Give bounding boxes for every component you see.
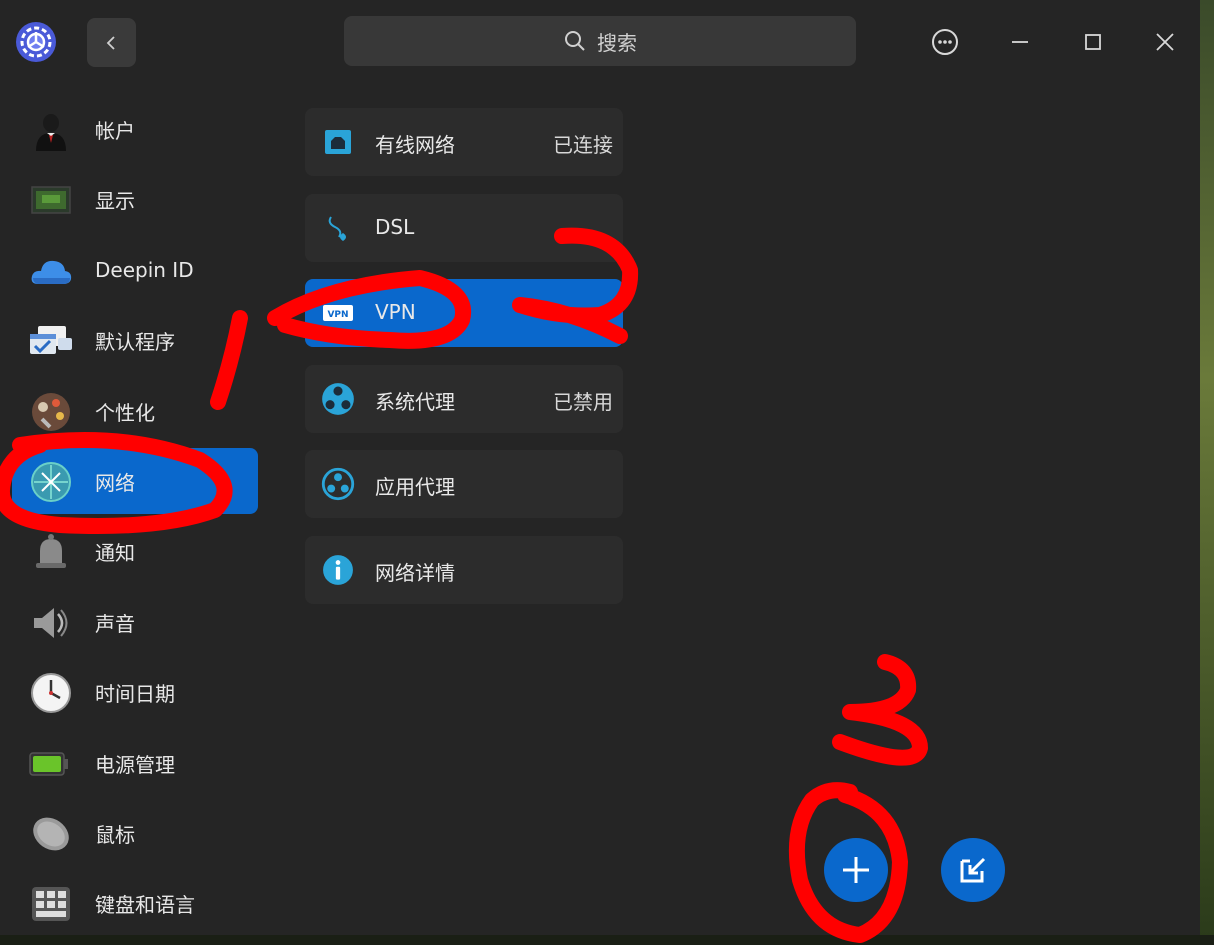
import-vpn-button[interactable] xyxy=(941,838,1005,902)
cloud-icon xyxy=(31,260,72,284)
sidebar-item-label: 默认程序 xyxy=(95,329,175,354)
more-options-icon xyxy=(932,29,958,55)
network-item-status: 已禁用 xyxy=(553,390,613,414)
sidebar-item-label: 通知 xyxy=(95,540,135,565)
close-icon xyxy=(1156,33,1174,51)
clock-icon xyxy=(31,673,71,713)
bell-icon xyxy=(36,534,66,568)
vpn-icon: VPN xyxy=(323,305,353,321)
battery-icon xyxy=(29,752,68,776)
personalization-icon xyxy=(32,393,70,431)
sidebar-item-default-apps[interactable]: 默认程序 xyxy=(12,307,258,373)
system-proxy-icon xyxy=(322,383,354,415)
speaker-icon xyxy=(34,608,68,638)
sidebar-item-label: 电源管理 xyxy=(95,752,175,777)
keyboard-icon xyxy=(32,887,70,921)
network-item-system-proxy[interactable]: 系统代理 已禁用 xyxy=(305,365,623,433)
minimize-icon xyxy=(1012,41,1028,43)
control-center-window: 搜索 帐户 显示 Deepin ID 默认程序 个性化 网络 通知 声音 时间日… xyxy=(0,0,1200,935)
network-item-status: 已连接 xyxy=(553,133,613,157)
maximize-button[interactable] xyxy=(1071,20,1115,64)
svg-text:VPN: VPN xyxy=(327,310,348,320)
network-item-label: 应用代理 xyxy=(375,475,455,499)
sidebar-item-label: Deepin ID xyxy=(95,258,194,282)
network-item-details[interactable]: 网络详情 xyxy=(305,536,623,604)
account-icon xyxy=(36,114,66,151)
sidebar: 帐户 显示 Deepin ID 默认程序 个性化 网络 通知 声音 时间日期 电… xyxy=(0,90,270,935)
network-item-label: VPN xyxy=(375,300,416,324)
search-placeholder: 搜索 xyxy=(597,30,637,55)
main-menu-button[interactable] xyxy=(923,20,967,64)
titlebar: 搜索 xyxy=(0,0,1200,84)
sidebar-item-label: 显示 xyxy=(95,188,135,213)
sidebar-item-label: 网络 xyxy=(95,470,135,495)
sidebar-item-label: 帐户 xyxy=(95,118,135,143)
search-icon xyxy=(565,31,585,51)
sidebar-item-power[interactable]: 电源管理 xyxy=(12,730,258,796)
sidebar-item-deepin-id[interactable]: Deepin ID xyxy=(12,237,258,303)
sidebar-item-label: 键盘和语言 xyxy=(95,892,195,917)
desktop-background xyxy=(1200,0,1214,945)
maximize-icon xyxy=(1085,34,1101,50)
sidebar-item-datetime[interactable]: 时间日期 xyxy=(12,659,258,725)
network-item-label: 系统代理 xyxy=(375,390,455,414)
close-button[interactable] xyxy=(1143,20,1187,64)
add-vpn-button[interactable] xyxy=(824,838,888,902)
sidebar-item-display[interactable]: 显示 xyxy=(12,166,258,232)
display-icon xyxy=(31,186,71,214)
desktop-background-bottom xyxy=(0,935,1214,945)
minimize-button[interactable] xyxy=(998,20,1042,64)
wired-network-icon xyxy=(325,130,351,154)
control-center-logo-icon xyxy=(14,20,58,64)
network-item-label: DSL xyxy=(375,215,415,239)
chevron-left-icon xyxy=(106,35,115,50)
network-item-wired[interactable]: 有线网络 已连接 xyxy=(305,108,623,176)
network-item-dsl[interactable]: DSL xyxy=(305,194,623,262)
import-icon xyxy=(960,857,986,883)
mouse-icon xyxy=(33,817,69,851)
sidebar-item-mouse[interactable]: 鼠标 xyxy=(12,800,258,866)
sidebar-item-label: 鼠标 xyxy=(95,822,135,847)
network-item-vpn[interactable]: VPN VPN xyxy=(305,279,623,347)
sidebar-item-label: 声音 xyxy=(95,611,135,636)
default-apps-icon xyxy=(30,326,72,354)
app-proxy-icon xyxy=(321,467,355,501)
back-button[interactable] xyxy=(87,18,136,67)
sidebar-item-network[interactable]: 网络 xyxy=(12,448,258,514)
sidebar-item-label: 个性化 xyxy=(95,400,155,425)
plus-icon xyxy=(843,857,869,883)
info-icon xyxy=(323,555,353,585)
network-item-label: 有线网络 xyxy=(375,133,455,157)
search-input[interactable]: 搜索 xyxy=(344,16,856,66)
sidebar-item-label: 时间日期 xyxy=(95,681,175,706)
dsl-icon xyxy=(328,216,346,241)
sidebar-item-personalization[interactable]: 个性化 xyxy=(12,378,258,444)
network-item-label: 网络详情 xyxy=(375,561,455,585)
network-icon xyxy=(31,462,71,502)
network-item-app-proxy[interactable]: 应用代理 xyxy=(305,450,623,518)
sidebar-item-sound[interactable]: 声音 xyxy=(12,589,258,655)
sidebar-item-notifications[interactable]: 通知 xyxy=(12,518,258,584)
sidebar-item-keyboard[interactable]: 键盘和语言 xyxy=(12,870,258,935)
sidebar-item-accounts[interactable]: 帐户 xyxy=(12,96,258,162)
